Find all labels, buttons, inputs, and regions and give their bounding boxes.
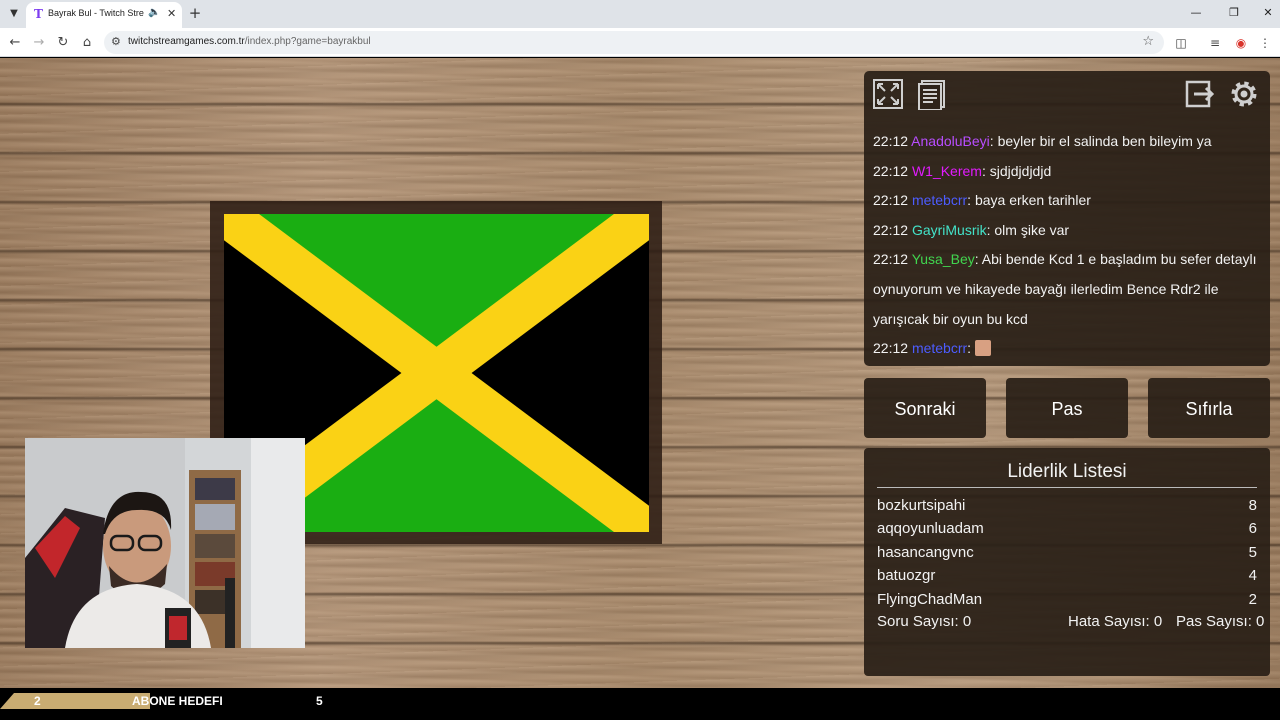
goal-progress-fill	[0, 693, 150, 709]
home-icon[interactable]: ⌂	[78, 34, 96, 52]
browser-toolbar: ← → ↻ ⌂ ⚙ twitchstreamgames.com.tr/index…	[0, 28, 1280, 57]
tab-search-icon[interactable]: ▼	[6, 6, 22, 22]
chat-panel: 22:12 AnadoluBeyi: beyler bir el salinda…	[864, 71, 1270, 366]
restore-icon[interactable]: ❐	[1224, 6, 1244, 19]
reset-button[interactable]: Sıfırla	[1148, 378, 1270, 438]
fullscreen-icon[interactable]	[872, 78, 904, 110]
emote-icon	[974, 340, 991, 357]
leaderboard-row: batuozgr 4	[877, 567, 1257, 584]
pass-button[interactable]: Pas	[1006, 378, 1128, 438]
chat-username: AnadoluBeyi	[911, 133, 990, 149]
twitch-favicon-icon: T	[34, 7, 43, 21]
logout-icon[interactable]	[1184, 78, 1216, 110]
forward-icon[interactable]: →	[30, 34, 48, 52]
leaderboard-row: bozkurtsipahi 8	[877, 497, 1257, 514]
chat-message: 22:12 metebcrr:	[873, 334, 1263, 364]
minimize-icon[interactable]: —	[1186, 6, 1206, 19]
game-page: 22:12 AnadoluBeyi: beyler bir el salinda…	[0, 58, 1280, 688]
extensions-icon[interactable]: ◫	[1172, 34, 1190, 52]
chat-message: 22:12 metebcrr: baya erken tarihler	[873, 192, 1091, 209]
pass-count: Pas Sayısı: 0	[1176, 613, 1265, 630]
document-icon[interactable]	[916, 78, 948, 110]
close-icon[interactable]: ✕	[167, 7, 176, 20]
chat-toolbar	[864, 71, 1270, 117]
chat-message: 22:12 GayriMusrik: olm şike var	[873, 221, 1070, 238]
media-control-icon[interactable]: ≡	[1206, 34, 1224, 52]
goal-label: ABONE HEDEFI	[132, 694, 223, 708]
browser-tab-bar: ▼ T Bayrak Bul - Twitch Stream Games 🔈 ✕…	[0, 0, 1280, 28]
chat-message: 22:12 Yusa_Bey: Abi bende Kcd 1 e başlad…	[873, 251, 1257, 327]
error-count: Hata Sayısı: 0	[1068, 613, 1163, 630]
bookmark-star-icon[interactable]: ☆	[1142, 34, 1154, 49]
next-button[interactable]: Sonraki	[864, 378, 986, 438]
chat-username: W1_Kerem	[911, 162, 982, 179]
browser-tab[interactable]: T Bayrak Bul - Twitch Stream Games 🔈 ✕	[26, 2, 182, 28]
profile-avatar-icon[interactable]: ◉	[1232, 34, 1250, 52]
leaderboard-row: FlyingChadMan 2	[877, 591, 1257, 608]
address-bar[interactable]: ⚙ twitchstreamgames.com.tr/index.php?gam…	[104, 31, 1164, 54]
chat-username: metebcrr	[911, 192, 968, 209]
streamer-webcam	[25, 438, 305, 648]
leaderboard-row: hasancangvnc 5	[877, 544, 1257, 561]
chat-message: 22:12 AnadoluBeyi: beyler bir el salinda…	[873, 133, 1212, 149]
new-tab-button[interactable]: +	[186, 5, 204, 23]
reload-icon[interactable]: ↻	[54, 34, 72, 52]
chat-message: 22:12 W1_Kerem: sjdjdjdjdjd	[873, 162, 1052, 179]
leaderboard-row: aqqoyunluadam 6	[877, 520, 1257, 537]
menu-icon[interactable]: ⋮	[1256, 34, 1274, 52]
chat-username: Yusa_Bey	[911, 251, 975, 268]
tab-title: Bayrak Bul - Twitch Stream Games	[48, 8, 144, 18]
chat-username: GayriMusrik	[911, 221, 987, 238]
question-count: Soru Sayısı: 0	[877, 613, 972, 630]
settings-gear-icon[interactable]	[1228, 78, 1260, 110]
back-icon[interactable]: ←	[6, 34, 24, 52]
leaderboard: Liderlik Listesi bozkurtsipahi 8 aqqoyunl…	[864, 448, 1270, 676]
chat-message-list: 22:12 AnadoluBeyi: beyler bir el salinda…	[873, 127, 1263, 364]
subscriber-goal-bar: 2 ABONE HEDEFI 5	[0, 688, 1280, 720]
goal-target: 5	[316, 694, 323, 708]
speaker-icon[interactable]: 🔈	[148, 7, 160, 18]
window-close-icon[interactable]: ✕	[1258, 6, 1278, 19]
url-text: twitchstreamgames.com.tr/index.php?game=…	[128, 36, 371, 47]
site-info-icon[interactable]: ⚙	[111, 35, 121, 48]
chat-username: metebcrr	[911, 340, 968, 357]
goal-current: 2	[34, 694, 41, 708]
divider	[877, 487, 1257, 488]
leaderboard-title: Liderlik Listesi	[1007, 461, 1127, 482]
